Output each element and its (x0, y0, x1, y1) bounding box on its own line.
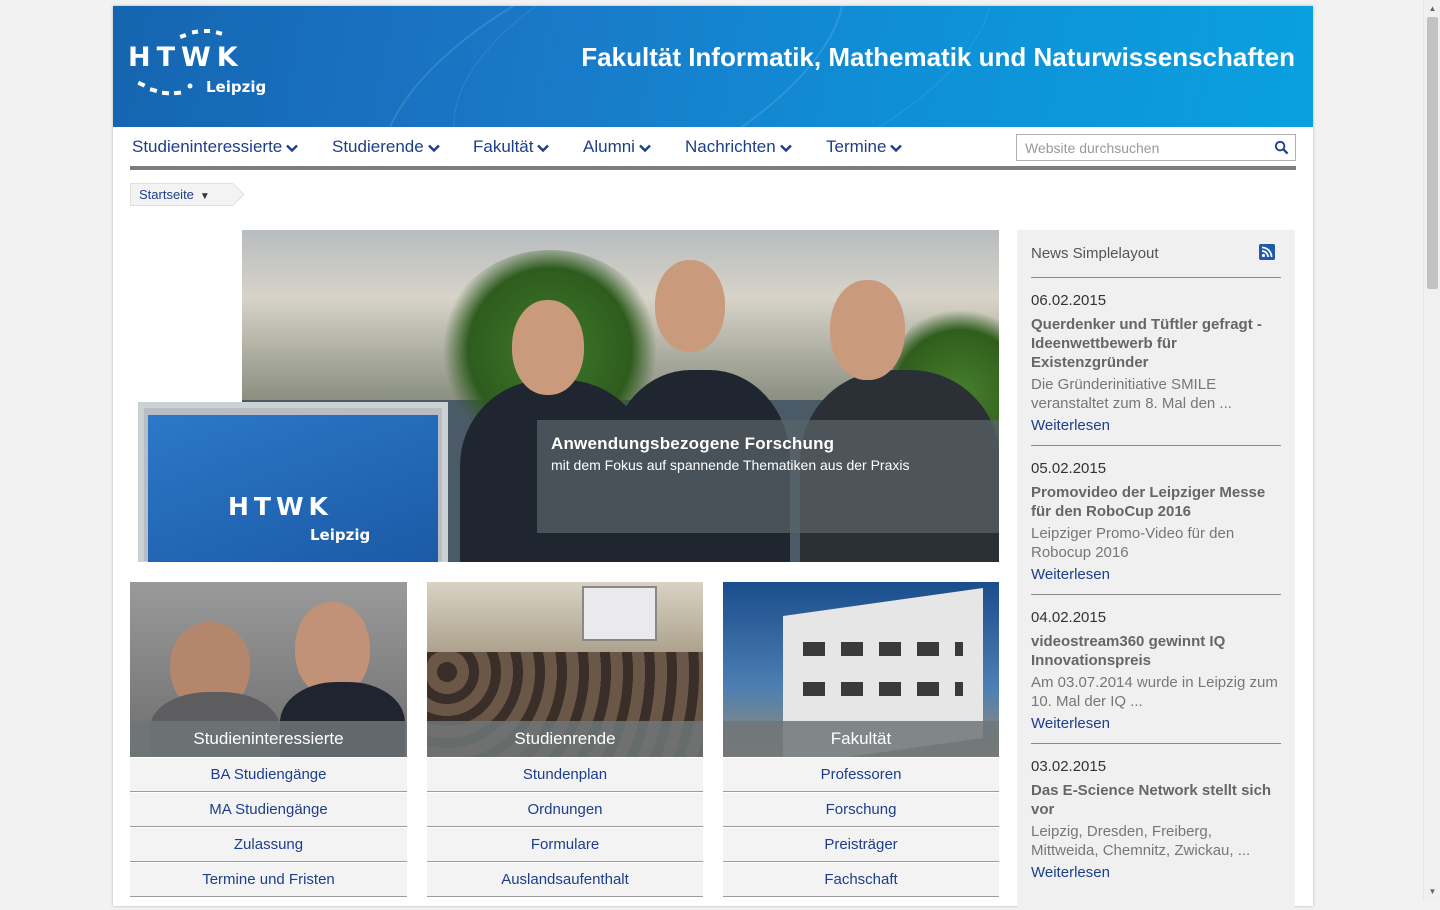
card-link[interactable]: Termine und Fristen (130, 862, 407, 897)
news-sidebar-header: News Simplelayout (1031, 230, 1281, 278)
news-item: 06.02.2015 Querdenker und Tüftler gefrag… (1031, 278, 1281, 446)
search-input[interactable] (1017, 135, 1267, 160)
monitor-logo-letters: HTWK (228, 492, 333, 521)
card-link[interactable]: Professoren (723, 757, 999, 792)
chevron-down-icon (427, 144, 440, 152)
hero-title: Anwendungsbezogene Forschung (551, 434, 835, 453)
nav-item-label: Studierende (332, 137, 424, 156)
hero-person-face (830, 280, 905, 380)
breadcrumb-home[interactable]: Startseite (139, 187, 194, 202)
card-link[interactable]: Preisträger (723, 827, 999, 862)
card-link[interactable]: Forschung (723, 792, 999, 827)
card-studieninteressierte: Studieninteressierte BA Studiengänge MA … (130, 582, 407, 897)
nav-item-label: Nachrichten (685, 137, 776, 156)
card-link[interactable]: Ordnungen (427, 792, 703, 827)
hero-caption[interactable]: Anwendungsbezogene Forschung mit dem Fok… (537, 420, 999, 533)
nav-item-fakultaet[interactable]: Fakultät (473, 137, 550, 157)
breadcrumb[interactable]: Startseite ▼ (130, 183, 233, 206)
news-date: 05.02.2015 (1031, 460, 1107, 477)
news-sidebar-title: News Simplelayout (1031, 245, 1159, 262)
hero-slider[interactable]: HTWK Leipzig Anwendungsbezogene Forschun… (130, 230, 999, 562)
hero-monitor-screen (148, 415, 438, 562)
nav-item-label: Fakultät (473, 137, 534, 156)
nav-item-studierende[interactable]: Studierende (332, 137, 440, 157)
hero-person-face (512, 300, 584, 395)
read-more-link[interactable]: Weiterlesen (1031, 417, 1281, 434)
chevron-down-icon (537, 144, 550, 152)
card-label[interactable]: Studieninteressierte (130, 721, 407, 757)
news-sidebar: News Simplelayout 06.02.2015 Querdenker … (1017, 230, 1295, 910)
nav-item-label: Studieninteressierte (132, 137, 283, 156)
card-image-projection (582, 586, 657, 641)
card-link[interactable]: Zulassung (130, 827, 407, 862)
page: HTWK Leipzig Fakultät Informatik, Mathem… (113, 6, 1313, 910)
card-label[interactable]: Fakultät (723, 721, 999, 757)
news-date: 06.02.2015 (1031, 292, 1107, 309)
faculty-title: Fakultät Informatik, Mathematik und Natu… (581, 42, 1295, 72)
caret-down-icon: ▼ (199, 191, 210, 202)
card-links: Stundenplan Ordnungen Formulare Auslands… (427, 757, 703, 897)
nav-item-nachrichten[interactable]: Nachrichten (685, 137, 792, 157)
read-more-link[interactable]: Weiterlesen (1031, 566, 1281, 583)
card-link[interactable]: BA Studiengänge (130, 757, 407, 792)
card-links: BA Studiengänge MA Studiengänge Zulassun… (130, 757, 407, 897)
news-date: 03.02.2015 (1031, 758, 1107, 775)
scroll-down-arrow-icon[interactable]: ▼ (1424, 883, 1440, 900)
read-more-link[interactable]: Weiterlesen (1031, 864, 1281, 881)
card-image[interactable]: Studienrende (427, 582, 703, 757)
htwk-logo[interactable]: HTWK Leipzig (128, 28, 268, 100)
card-image[interactable]: Studieninteressierte (130, 582, 407, 757)
nav-item-termine[interactable]: Termine (826, 137, 903, 157)
news-teaser: Leipzig, Dresden, Freiberg, Mittweida, C… (1031, 823, 1251, 859)
card-image[interactable]: Fakultät (723, 582, 999, 757)
card-link[interactable]: MA Studiengänge (130, 792, 407, 827)
scrollbar-thumb[interactable] (1427, 17, 1438, 289)
nav-item-label: Alumni (583, 137, 635, 156)
logo-letters: HTWK (128, 42, 244, 73)
nav-item-label: Termine (826, 137, 887, 156)
card-link[interactable]: Formulare (427, 827, 703, 862)
nav-item-alumni[interactable]: Alumni (583, 137, 651, 157)
card-studienrende: Studienrende Stundenplan Ordnungen Formu… (427, 582, 703, 897)
chevron-down-icon (286, 144, 299, 152)
search-box (1016, 134, 1296, 161)
news-teaser: Am 03.07.2014 wurde in Leipzig zum 10. M… (1031, 674, 1278, 710)
news-item: 04.02.2015 videostream360 gewinnt IQ Inn… (1031, 595, 1281, 744)
chevron-down-icon (890, 144, 903, 152)
chevron-down-icon (639, 144, 651, 152)
card-label[interactable]: Studienrende (427, 721, 703, 757)
monitor-logo-city: Leipzig (310, 526, 371, 544)
page-scrollbar[interactable]: ▲ ▼ (1423, 0, 1440, 900)
news-headline[interactable]: Das E-Science Network stellt sich vor (1031, 781, 1281, 819)
main-navigation: Studieninteressierte Studierende Fakultä… (130, 127, 1296, 170)
search-icon[interactable] (1274, 140, 1289, 155)
news-headline[interactable]: videostream360 gewinnt IQ Innovationspre… (1031, 632, 1281, 670)
site-header: HTWK Leipzig Fakultät Informatik, Mathem… (113, 6, 1313, 127)
card-link[interactable]: Fachschaft (723, 862, 999, 897)
news-headline[interactable]: Promovideo der Leipziger Messe für den R… (1031, 483, 1281, 521)
logo-city: Leipzig (206, 78, 267, 96)
card-image-windows (803, 642, 963, 656)
read-more-link[interactable]: Weiterlesen (1031, 715, 1281, 732)
card-fakultaet: Fakultät Professoren Forschung Preisträg… (723, 582, 999, 897)
rss-icon[interactable] (1259, 244, 1275, 260)
nav-item-studieninteressierte[interactable]: Studieninteressierte (132, 137, 299, 157)
news-item: 03.02.2015 Das E-Science Network stellt … (1031, 744, 1281, 892)
card-links: Professoren Forschung Preisträger Fachsc… (723, 757, 999, 897)
scroll-up-arrow-icon[interactable]: ▲ (1424, 0, 1440, 17)
hero-subtitle: mit dem Fokus auf spannende Thematiken a… (551, 457, 910, 473)
news-date: 04.02.2015 (1031, 609, 1107, 626)
chevron-down-icon (779, 144, 792, 152)
card-link[interactable]: Auslandsaufenthalt (427, 862, 703, 897)
card-image-windows (803, 682, 963, 696)
news-teaser: Leipziger Promo-Video für den Robocup 20… (1031, 525, 1235, 561)
hero-person-face (655, 260, 725, 352)
news-teaser: Die Gründerinitiative SMILE veranstaltet… (1031, 376, 1232, 412)
card-link[interactable]: Stundenplan (427, 757, 703, 792)
news-item: 05.02.2015 Promovideo der Leipziger Mess… (1031, 446, 1281, 595)
news-headline[interactable]: Querdenker und Tüftler gefragt - Ideenwe… (1031, 315, 1281, 372)
